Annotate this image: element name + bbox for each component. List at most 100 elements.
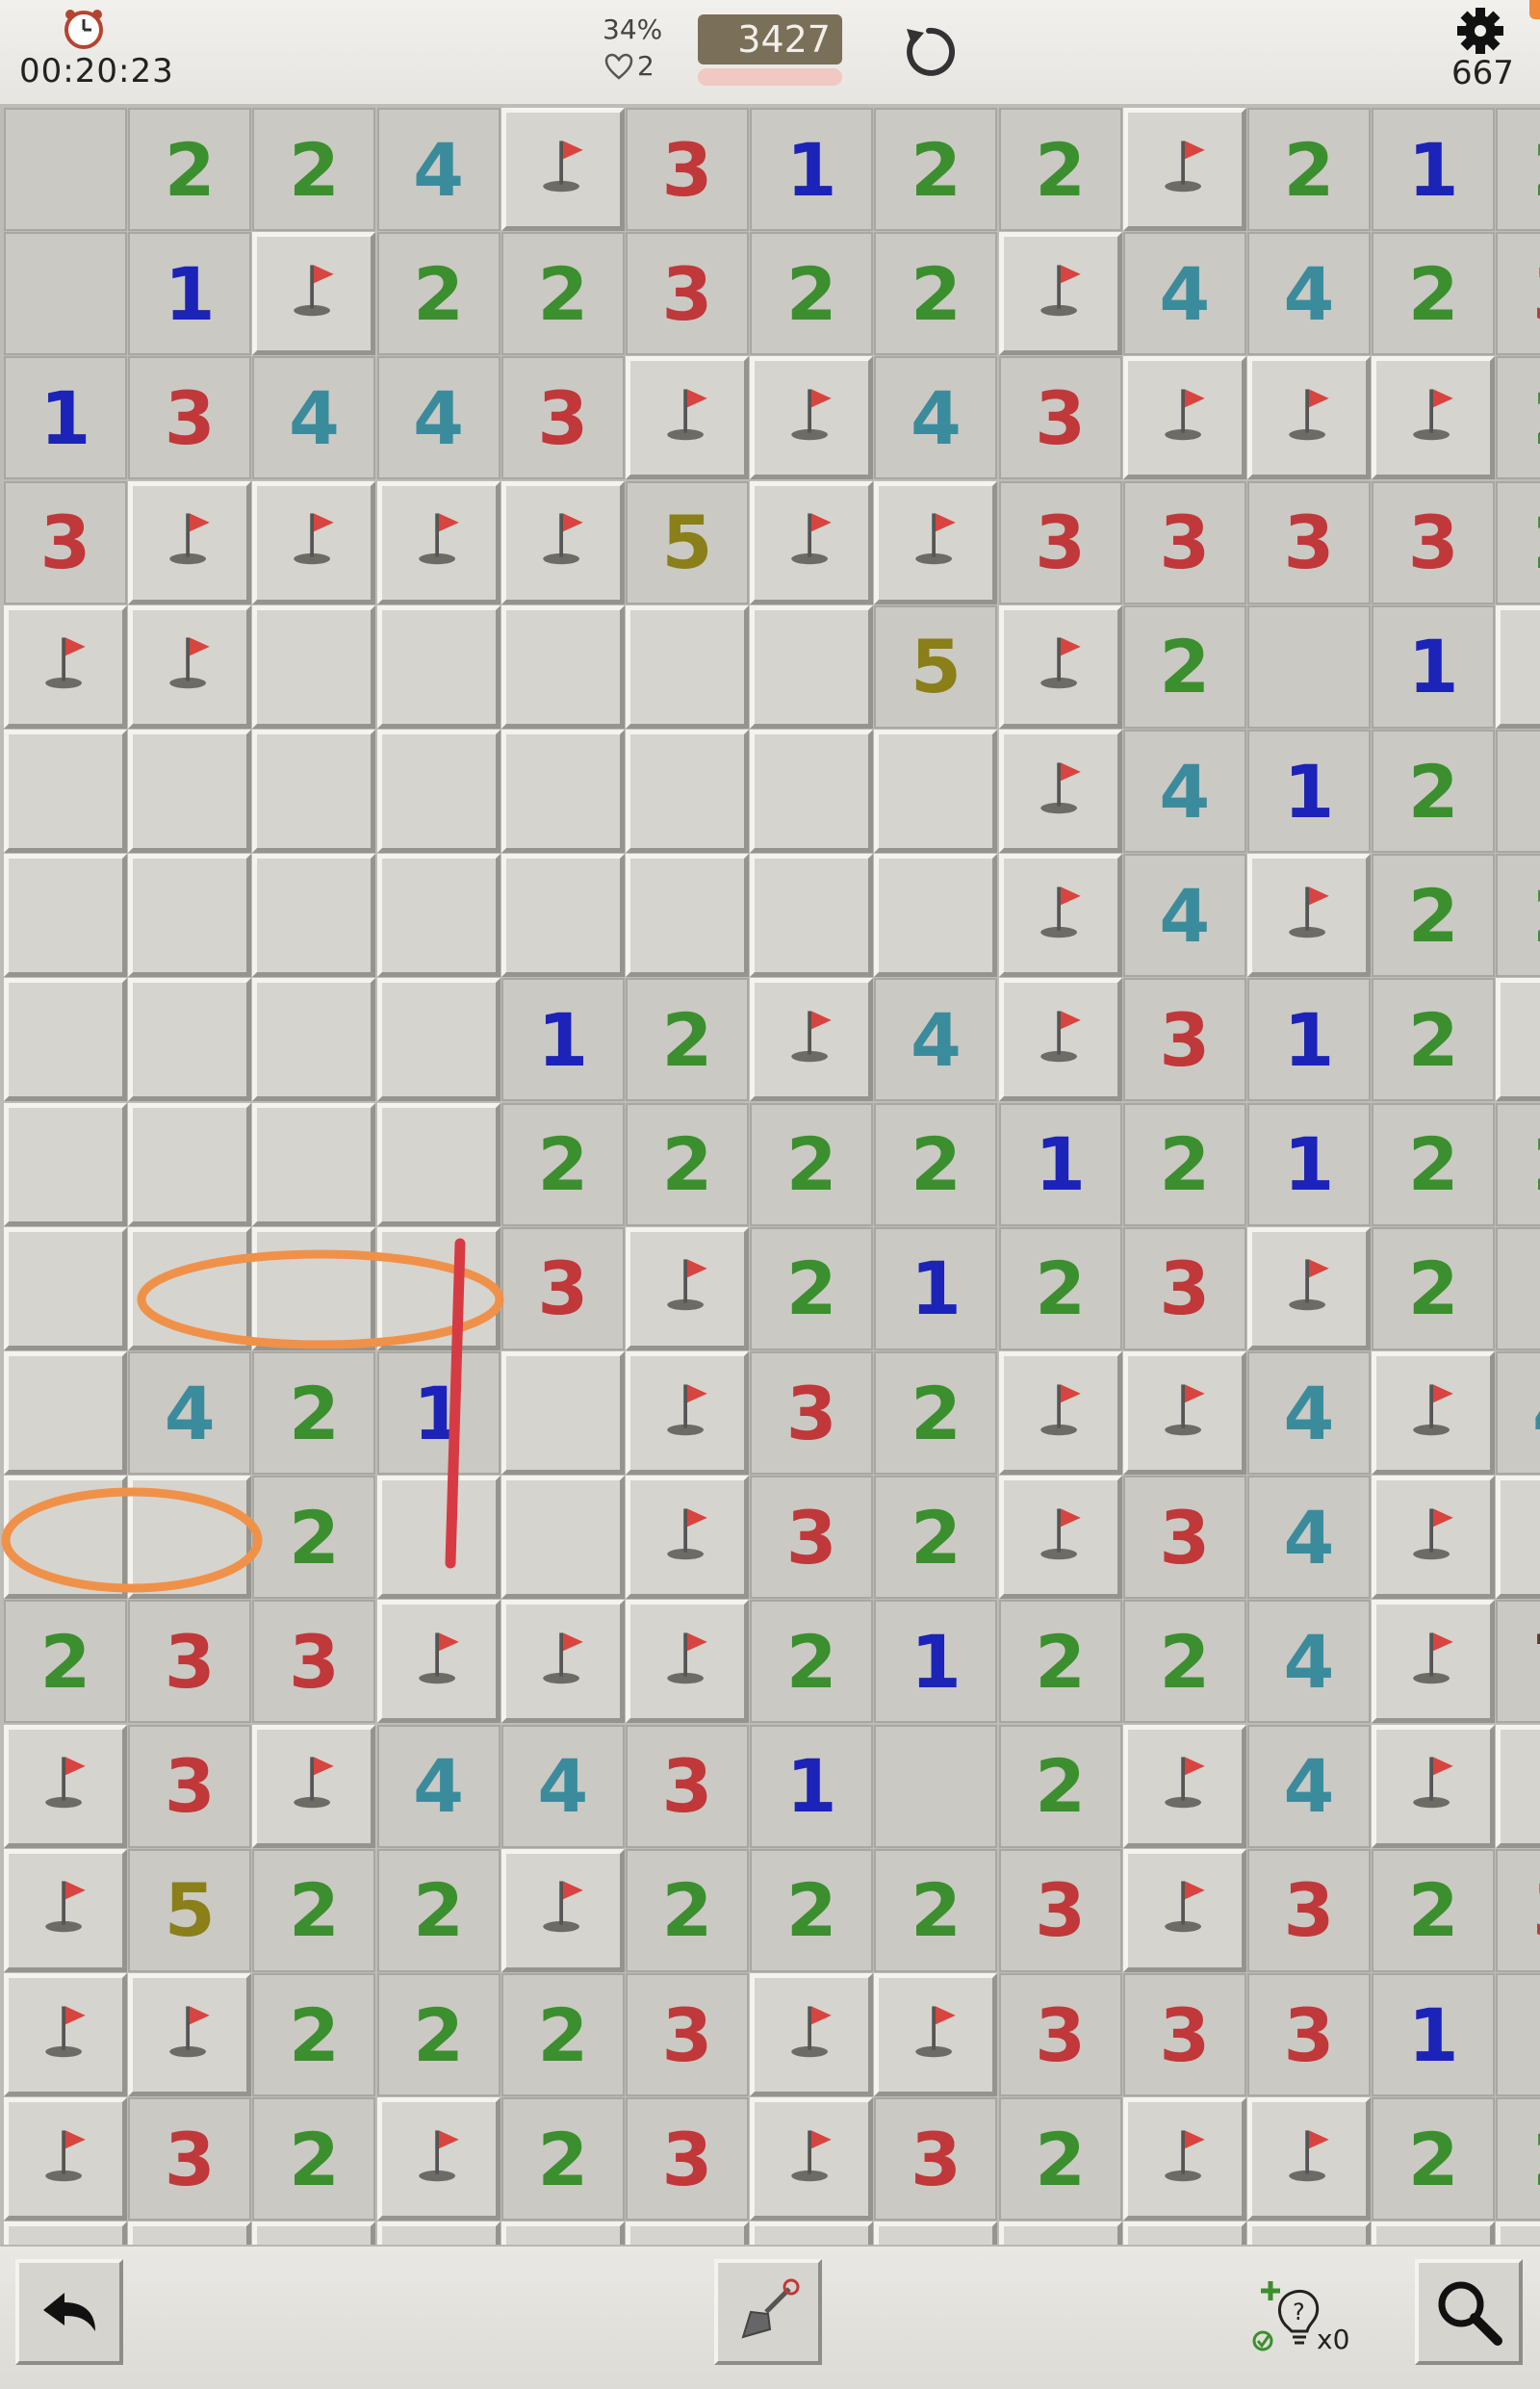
number-cell[interactable]: 2	[626, 1102, 749, 1226]
flagged-cell[interactable]	[1122, 2097, 1246, 2222]
unrevealed-cell[interactable]	[1496, 604, 1540, 729]
number-cell[interactable]: 3	[1122, 1973, 1246, 2096]
flagged-cell[interactable]	[998, 978, 1122, 1102]
number-cell[interactable]: 4	[1247, 1600, 1371, 1724]
flagged-cell[interactable]	[1122, 1848, 1246, 1972]
number-cell[interactable]: 3	[1247, 480, 1371, 604]
zoom-search-button[interactable]	[1415, 2259, 1523, 2365]
number-cell[interactable]: 2	[376, 1973, 500, 2096]
unrevealed-cell[interactable]	[4, 2222, 127, 2245]
flagged-cell[interactable]	[750, 1973, 874, 2096]
number-cell[interactable]: 1	[128, 232, 252, 356]
number-cell[interactable]: 2	[1496, 1102, 1540, 1226]
unrevealed-cell[interactable]	[4, 730, 127, 853]
minesweeper-board[interactable]: 2243122212122322442313443432353333252141…	[0, 104, 1540, 2245]
number-cell[interactable]: 3	[1122, 978, 1246, 1102]
unrevealed-cell[interactable]	[1496, 978, 1540, 1102]
unrevealed-cell[interactable]	[376, 978, 500, 1102]
number-cell[interactable]: 2	[4, 1600, 127, 1724]
number-cell[interactable]: 3	[626, 232, 749, 356]
number-cell[interactable]: 2	[500, 232, 625, 356]
flagged-cell[interactable]	[1122, 108, 1246, 231]
number-cell[interactable]: 1	[1496, 1973, 1540, 2096]
number-cell[interactable]: 2	[998, 108, 1122, 231]
number-cell[interactable]: 1	[998, 1102, 1122, 1226]
unrevealed-cell[interactable]	[874, 854, 998, 978]
unrevealed-cell[interactable]	[1372, 2222, 1496, 2245]
unrevealed-cell[interactable]	[4, 1476, 127, 1600]
unrevealed-cell[interactable]	[128, 1102, 252, 1226]
flagged-cell[interactable]	[1372, 1600, 1496, 1724]
number-cell[interactable]: 3	[1122, 1476, 1246, 1600]
number-cell[interactable]: 2	[252, 1848, 376, 1972]
unrevealed-cell[interactable]	[1496, 1476, 1540, 1600]
flagged-cell[interactable]	[1372, 1476, 1496, 1600]
number-cell[interactable]: 2	[1372, 2097, 1496, 2222]
number-cell[interactable]: 4	[376, 108, 500, 231]
number-cell[interactable]: 2	[1496, 108, 1540, 231]
unrevealed-cell[interactable]	[500, 1351, 625, 1475]
flagged-cell[interactable]	[626, 1351, 749, 1475]
number-cell[interactable]: 1	[874, 1226, 998, 1350]
unrevealed-cell[interactable]	[128, 2222, 252, 2245]
flagged-cell[interactable]	[874, 1973, 998, 2096]
flagged-cell[interactable]	[874, 480, 998, 604]
number-cell[interactable]: 3	[4, 480, 127, 604]
number-cell[interactable]: 3	[1247, 1973, 1371, 2096]
unrevealed-cell[interactable]	[626, 854, 749, 978]
flagged-cell[interactable]	[1122, 1351, 1246, 1475]
flagged-cell[interactable]	[998, 604, 1122, 729]
flagged-cell[interactable]	[1372, 1351, 1496, 1475]
number-cell[interactable]: 1	[750, 1724, 874, 1848]
number-cell[interactable]: 3	[998, 480, 1122, 604]
number-cell[interactable]: 2	[1247, 108, 1371, 231]
number-cell[interactable]: 2	[874, 108, 998, 231]
unrevealed-cell[interactable]	[376, 2222, 500, 2245]
number-cell[interactable]: 1	[376, 1351, 500, 1475]
unrevealed-cell[interactable]	[1496, 1724, 1540, 1848]
flagged-cell[interactable]	[1247, 356, 1371, 480]
number-cell[interactable]: 4	[500, 1724, 625, 1848]
number-cell[interactable]: 2	[500, 2097, 625, 2222]
unrevealed-cell[interactable]	[750, 2222, 874, 2245]
unrevealed-cell[interactable]	[376, 1226, 500, 1350]
number-cell[interactable]: 2	[998, 1600, 1122, 1724]
flagged-cell[interactable]	[4, 604, 127, 729]
number-cell[interactable]: 4	[376, 356, 500, 480]
number-cell[interactable]: 2	[998, 2097, 1122, 2222]
flagged-cell[interactable]	[128, 604, 252, 729]
number-cell[interactable]: 3	[500, 1226, 625, 1350]
flagged-cell[interactable]	[750, 356, 874, 480]
number-cell[interactable]: 3	[626, 1973, 749, 2096]
unrevealed-cell[interactable]	[252, 1226, 376, 1350]
flagged-cell[interactable]	[750, 2097, 874, 2222]
number-cell[interactable]: 5	[626, 480, 749, 604]
number-cell[interactable]: 2	[1496, 356, 1540, 480]
number-cell[interactable]: 3	[252, 1600, 376, 1724]
number-cell[interactable]: 2	[626, 978, 749, 1102]
number-cell[interactable]: 4	[1122, 730, 1246, 853]
flagged-cell[interactable]	[1372, 356, 1496, 480]
flagged-cell[interactable]	[1247, 1226, 1371, 1350]
dig-shovel-button[interactable]	[714, 2259, 822, 2365]
number-cell[interactable]: 1	[500, 978, 625, 1102]
unrevealed-cell[interactable]	[500, 2222, 625, 2245]
unrevealed-cell[interactable]	[1496, 2222, 1540, 2245]
number-cell[interactable]: 2	[1122, 604, 1246, 729]
flagged-cell[interactable]	[500, 1600, 625, 1724]
number-cell[interactable]: 2	[750, 1226, 874, 1350]
unrevealed-cell[interactable]	[626, 2222, 749, 2245]
unrevealed-cell[interactable]	[874, 730, 998, 853]
number-cell[interactable]: 1	[1372, 1973, 1496, 2096]
unrevealed-cell[interactable]	[4, 854, 127, 978]
undo-button[interactable]	[15, 2259, 123, 2365]
flagged-cell[interactable]	[626, 1600, 749, 1724]
flagged-cell[interactable]	[1372, 1724, 1496, 1848]
unrevealed-cell[interactable]	[4, 1351, 127, 1475]
number-cell[interactable]: 2	[626, 1848, 749, 1972]
unrevealed-cell[interactable]	[500, 604, 625, 729]
flagged-cell[interactable]	[500, 1848, 625, 1972]
empty-cell[interactable]	[874, 1724, 998, 1848]
number-cell[interactable]: 2	[1372, 232, 1496, 356]
number-cell[interactable]: 1	[1496, 730, 1540, 853]
